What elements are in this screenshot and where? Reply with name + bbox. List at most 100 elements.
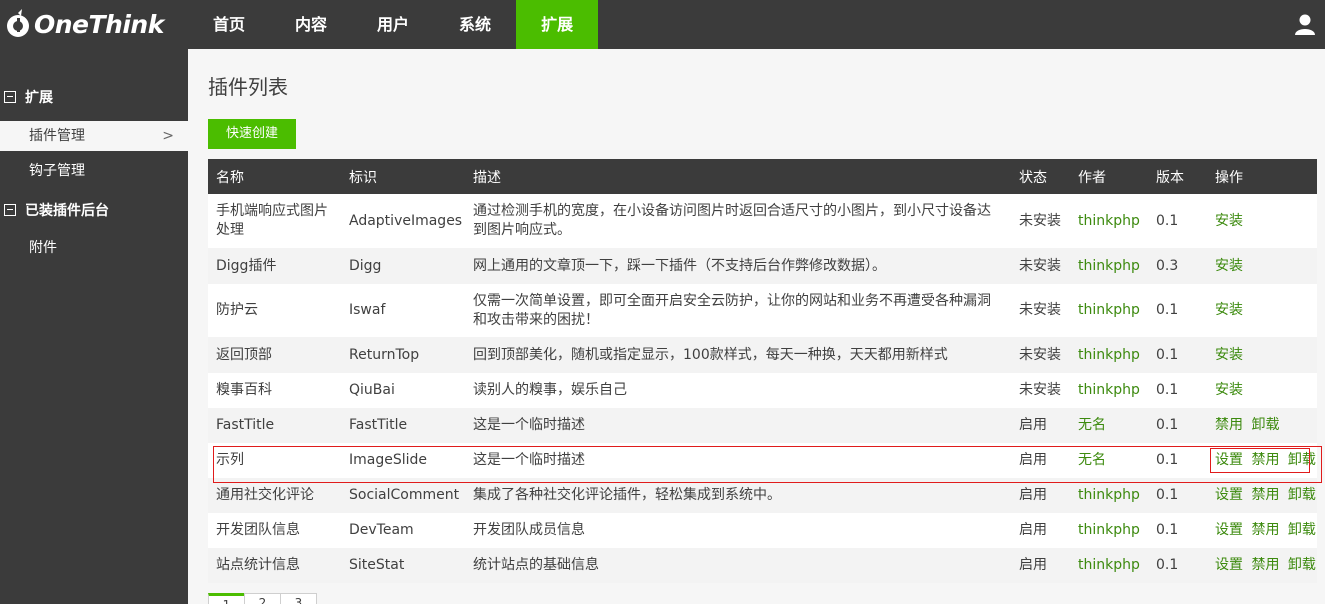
plugin-id: QiuBai bbox=[349, 382, 395, 398]
disable-link[interactable]: 禁用 bbox=[1251, 487, 1279, 503]
install-link[interactable]: 安装 bbox=[1215, 302, 1243, 318]
plugin-ops: 安装 bbox=[1207, 301, 1317, 320]
plugin-ops: 设置 禁用 卸载 bbox=[1207, 486, 1317, 505]
plugin-version: 0.1 bbox=[1156, 557, 1179, 573]
plugin-author[interactable]: thinkphp bbox=[1070, 486, 1148, 505]
plugin-version: 0.1 bbox=[1156, 382, 1179, 398]
table-row: 手机端响应式图片处理 AdaptiveImages 通过检测手机的宽度，在小设备… bbox=[208, 194, 1317, 248]
plugin-desc: 这是一个临时描述 bbox=[473, 452, 585, 468]
top-bar: OneThink 首页 内容 用户 系统 扩展 bbox=[0, 0, 1325, 49]
header-name: 名称 bbox=[216, 169, 244, 186]
plugin-status: 启用 bbox=[1019, 417, 1047, 433]
uninstall-link[interactable]: 卸载 bbox=[1288, 452, 1316, 468]
settings-link[interactable]: 设置 bbox=[1215, 452, 1243, 468]
disable-link[interactable]: 禁用 bbox=[1251, 522, 1279, 538]
plugin-version: 0.1 bbox=[1156, 452, 1179, 468]
page-2[interactable]: 2 bbox=[244, 593, 281, 604]
plugin-version: 0.1 bbox=[1156, 302, 1179, 318]
plugin-author[interactable]: thinkphp bbox=[1070, 257, 1148, 276]
disable-link[interactable]: 禁用 bbox=[1251, 557, 1279, 573]
uninstall-link[interactable]: 卸载 bbox=[1288, 557, 1316, 573]
plugin-status: 启用 bbox=[1019, 522, 1047, 538]
plugin-status: 未安装 bbox=[1019, 212, 1061, 229]
plugin-name: 通用社交化评论 bbox=[216, 487, 314, 503]
settings-link[interactable]: 设置 bbox=[1215, 557, 1243, 573]
plugin-id: ImageSlide bbox=[349, 452, 428, 468]
plugin-table: 名称 标识 描述 状态 作者 版本 操作 手机端响应式图片处理 Adaptive… bbox=[208, 159, 1317, 583]
settings-link[interactable]: 设置 bbox=[1215, 487, 1243, 503]
plugin-version: 0.3 bbox=[1156, 257, 1179, 274]
plugin-id: SocialComment bbox=[349, 487, 460, 503]
sidebar-item-hook-management[interactable]: 钩子管理 bbox=[0, 156, 188, 186]
main-content: 插件列表 快速创建 名称 标识 描述 状态 作者 版本 操作 手机端响应式图片处… bbox=[188, 49, 1325, 604]
plugin-author[interactable]: thinkphp bbox=[1070, 212, 1148, 231]
table-row: 通用社交化评论 SocialComment 集成了各种社交化评论插件，轻松集成到… bbox=[208, 478, 1317, 513]
plugin-name: 防护云 bbox=[216, 302, 258, 318]
sidebar-group-label: 扩展 bbox=[25, 90, 53, 106]
install-link[interactable]: 安装 bbox=[1215, 382, 1243, 398]
nav-extension[interactable]: 扩展 bbox=[516, 0, 599, 49]
disable-link[interactable]: 禁用 bbox=[1251, 452, 1279, 468]
plugin-ops: 安装 bbox=[1207, 212, 1317, 231]
plugin-desc: 通过检测手机的宽度，在小设备访问图片时返回合适尺寸的小图片，到小尺寸设备达到图片… bbox=[473, 203, 991, 238]
plugin-ops: 禁用 卸载 bbox=[1207, 416, 1317, 435]
plugin-ops: 安装 bbox=[1207, 257, 1317, 276]
plugin-author[interactable]: thinkphp bbox=[1070, 346, 1148, 365]
table-row: 示列 ImageSlide 这是一个临时描述 启用 无名 0.1 设置 禁用 卸… bbox=[208, 443, 1317, 478]
plugin-ops: 安装 bbox=[1207, 346, 1317, 365]
sidebar-group-installed-plugins[interactable]: 已装插件后台 bbox=[0, 195, 188, 225]
uninstall-link[interactable]: 卸载 bbox=[1251, 417, 1279, 433]
sidebar-item-attachment[interactable]: 附件 bbox=[0, 233, 188, 263]
page-3[interactable]: 3 bbox=[280, 593, 317, 604]
table-row: 站点统计信息 SiteStat 统计站点的基础信息 启用 thinkphp 0.… bbox=[208, 548, 1317, 583]
header-desc: 描述 bbox=[473, 169, 501, 186]
disable-link[interactable]: 禁用 bbox=[1215, 417, 1243, 433]
sidebar-item-plugin-management[interactable]: 插件管理 > bbox=[0, 121, 188, 151]
nav-home[interactable]: 首页 bbox=[188, 0, 270, 49]
plugin-desc: 回到顶部美化，随机或指定显示，100款样式，每天一种换，天天都用新样式 bbox=[473, 346, 948, 363]
nav-content[interactable]: 内容 bbox=[270, 0, 352, 49]
plugin-ops: 设置 禁用 卸载 bbox=[1207, 521, 1317, 540]
plugin-author[interactable]: 无名 bbox=[1070, 416, 1148, 435]
install-link[interactable]: 安装 bbox=[1215, 347, 1243, 363]
sidebar-group-extension[interactable]: 扩展 bbox=[0, 82, 188, 112]
install-link[interactable]: 安装 bbox=[1215, 258, 1243, 274]
plugin-status: 未安装 bbox=[1019, 346, 1061, 363]
plugin-id: Digg bbox=[349, 257, 382, 274]
plugin-status: 启用 bbox=[1019, 557, 1047, 573]
plugin-status: 启用 bbox=[1019, 452, 1047, 468]
plugin-name: 返回顶部 bbox=[216, 346, 272, 363]
plugin-id: ReturnTop bbox=[349, 346, 420, 363]
settings-link[interactable]: 设置 bbox=[1215, 522, 1243, 538]
install-link[interactable]: 安装 bbox=[1215, 213, 1243, 229]
collapse-icon bbox=[4, 204, 16, 216]
uninstall-link[interactable]: 卸载 bbox=[1288, 522, 1316, 538]
page-1[interactable]: 1 bbox=[208, 593, 245, 604]
table-header: 名称 标识 描述 状态 作者 版本 操作 bbox=[208, 159, 1317, 194]
pagination: 1 2 3 bbox=[208, 593, 317, 604]
plugin-version: 0.1 bbox=[1156, 417, 1179, 433]
plugin-ops: 安装 bbox=[1207, 381, 1317, 400]
plugin-author[interactable]: thinkphp bbox=[1070, 381, 1148, 400]
user-icon[interactable] bbox=[1293, 12, 1317, 36]
quick-create-button[interactable]: 快速创建 bbox=[208, 119, 296, 149]
plugin-author[interactable]: thinkphp bbox=[1070, 556, 1148, 575]
nav-user[interactable]: 用户 bbox=[352, 0, 434, 49]
table-row: 开发团队信息 DevTeam 开发团队成员信息 启用 thinkphp 0.1 … bbox=[208, 513, 1317, 548]
plugin-author[interactable]: thinkphp bbox=[1070, 521, 1148, 540]
collapse-icon bbox=[4, 91, 16, 103]
header-author: 作者 bbox=[1078, 169, 1106, 186]
plugin-id: AdaptiveImages bbox=[349, 212, 463, 229]
plugin-author[interactable]: thinkphp bbox=[1070, 301, 1148, 320]
plugin-id: SiteStat bbox=[349, 557, 405, 573]
nav-system[interactable]: 系统 bbox=[434, 0, 516, 49]
top-nav: 首页 内容 用户 系统 扩展 bbox=[188, 0, 599, 49]
plugin-author[interactable]: 无名 bbox=[1070, 451, 1148, 470]
plugin-name: 示列 bbox=[216, 452, 244, 468]
plugin-desc: 网上通用的文章顶一下，踩一下插件（不支持后台作弊修改数据）。 bbox=[473, 257, 886, 274]
uninstall-link[interactable]: 卸载 bbox=[1288, 487, 1316, 503]
sidebar-item-label: 附件 bbox=[29, 240, 57, 256]
logo[interactable]: OneThink bbox=[6, 6, 164, 42]
flame-logo-icon bbox=[7, 9, 29, 37]
header-status: 状态 bbox=[1019, 169, 1047, 186]
